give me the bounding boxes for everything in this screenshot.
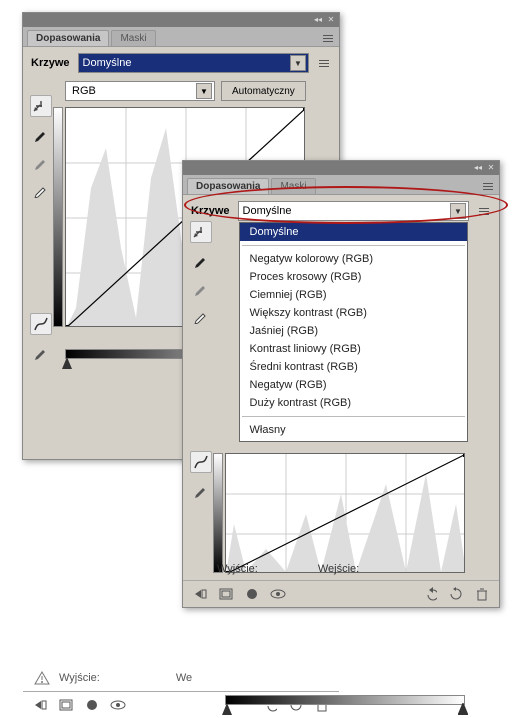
adjustments-panel-front: ◂◂ ✕ Dopasowania Maski Krzywe Domyślne ▼… [182, 160, 500, 608]
preset-label: Krzywe [31, 57, 70, 69]
preset-row: Krzywe Domyślne ▼ Domyślne Negatyw kolor… [191, 201, 491, 221]
pencil-mode-icon[interactable] [30, 341, 52, 363]
preset-option[interactable]: Domyślne [240, 223, 467, 241]
separator [242, 416, 465, 417]
pencil-mode-icon[interactable] [190, 479, 212, 501]
panel-body: Krzywe Domyślne ▼ Domyślne Negatyw kolor… [183, 195, 499, 697]
preset-option[interactable]: Duży kontrast (RGB) [240, 394, 467, 412]
chevron-down-icon[interactable]: ▼ [450, 203, 466, 219]
preset-option[interactable]: Negatyw (RGB) [240, 376, 467, 394]
tab-masks[interactable]: Maski [111, 30, 155, 46]
eyedropper-black-icon[interactable] [190, 249, 212, 271]
preset-value: Domyślne [83, 57, 132, 69]
preset-row: Krzywe Domyślne ▼ [31, 53, 331, 73]
back-to-list-icon[interactable] [189, 585, 211, 603]
white-point-handle[interactable] [458, 703, 468, 715]
tab-row: Dopasowania Maski [183, 175, 499, 195]
chevron-down-icon[interactable]: ▼ [290, 55, 306, 71]
reset-icon[interactable] [445, 585, 467, 603]
preset-dropdown[interactable]: Domyślne ▼ [78, 53, 309, 73]
input-gradient [225, 695, 465, 705]
visibility-icon[interactable] [267, 585, 289, 603]
collapse-icon[interactable]: ◂◂ [313, 16, 323, 24]
expand-view-icon[interactable] [215, 585, 237, 603]
clip-to-layer-icon[interactable] [241, 585, 263, 603]
preset-menu-icon[interactable] [477, 203, 491, 219]
preset-option[interactable]: Ciemniej (RGB) [240, 286, 467, 304]
targeted-adjust-tool[interactable] [30, 95, 52, 117]
curve-mode-icon[interactable] [190, 451, 212, 473]
back-to-list-icon[interactable] [29, 696, 51, 714]
channel-row: RGB ▼ Automatyczny [65, 81, 331, 101]
preset-option[interactable]: Kontrast liniowy (RGB) [240, 340, 467, 358]
previous-state-icon[interactable] [419, 585, 441, 603]
preset-option[interactable]: Jaśniej (RGB) [240, 322, 467, 340]
targeted-adjust-tool[interactable] [190, 221, 212, 243]
output-label: Wyjście: [59, 672, 100, 684]
eyedropper-white-icon[interactable] [190, 305, 212, 327]
clip-to-layer-icon[interactable] [81, 696, 103, 714]
black-point-handle[interactable] [222, 703, 232, 715]
panel-menu-icon[interactable] [481, 178, 495, 194]
black-point-handle[interactable] [62, 357, 72, 369]
auto-button[interactable]: Automatyczny [221, 81, 306, 101]
title-bar: ◂◂ ✕ [23, 13, 339, 27]
preset-label: Krzywe [191, 205, 230, 217]
preset-value: Domyślne [243, 205, 292, 217]
preset-option[interactable]: Proces krosowy (RGB) [240, 268, 467, 286]
panel-menu-icon[interactable] [321, 30, 335, 46]
expand-view-icon[interactable] [55, 696, 77, 714]
output-gradient [53, 107, 63, 327]
chevron-down-icon[interactable]: ▼ [196, 83, 212, 99]
tool-column-mid [189, 451, 213, 501]
preset-option[interactable]: Średni kontrast (RGB) [240, 358, 467, 376]
preset-option-custom[interactable]: Własny [240, 421, 467, 439]
preset-option[interactable]: Negatyw kolorowy (RGB) [240, 250, 467, 268]
close-icon[interactable]: ✕ [486, 164, 496, 172]
io-row: Wyjście: Wejście: [217, 543, 359, 581]
tool-column-upper [189, 221, 213, 327]
preset-dropdown-open[interactable]: Domyślne ▼ Domyślne Negatyw kolorowy (RG… [238, 201, 469, 221]
visibility-icon[interactable] [107, 696, 129, 714]
eyedropper-white-icon[interactable] [30, 179, 52, 201]
tool-column-mid [29, 313, 53, 363]
channel-value: RGB [72, 85, 96, 97]
footer-row [183, 580, 499, 607]
tab-adjustments[interactable]: Dopasowania [187, 178, 269, 194]
tab-adjustments[interactable]: Dopasowania [27, 30, 109, 46]
tab-row: Dopasowania Maski [23, 27, 339, 47]
output-label: Wyjście: [217, 563, 258, 575]
collapse-icon[interactable]: ◂◂ [473, 164, 483, 172]
tab-masks[interactable]: Maski [271, 178, 315, 194]
preset-dropdown-list: Domyślne Negatyw kolorowy (RGB) Proces k… [239, 222, 468, 442]
title-bar: ◂◂ ✕ [183, 161, 499, 175]
curve-mode-icon[interactable] [30, 313, 52, 335]
eyedropper-black-icon[interactable] [30, 123, 52, 145]
channel-dropdown[interactable]: RGB ▼ [65, 81, 215, 101]
tool-column-upper [29, 95, 53, 201]
clip-warning-icon[interactable] [31, 669, 53, 687]
trash-icon[interactable] [471, 585, 493, 603]
preset-menu-icon[interactable] [317, 55, 331, 71]
close-icon[interactable]: ✕ [326, 16, 336, 24]
eyedropper-gray-icon[interactable] [190, 277, 212, 299]
separator [242, 245, 465, 246]
eyedropper-gray-icon[interactable] [30, 151, 52, 173]
preset-option[interactable]: Większy kontrast (RGB) [240, 304, 467, 322]
input-label: Wejście: [318, 563, 359, 575]
